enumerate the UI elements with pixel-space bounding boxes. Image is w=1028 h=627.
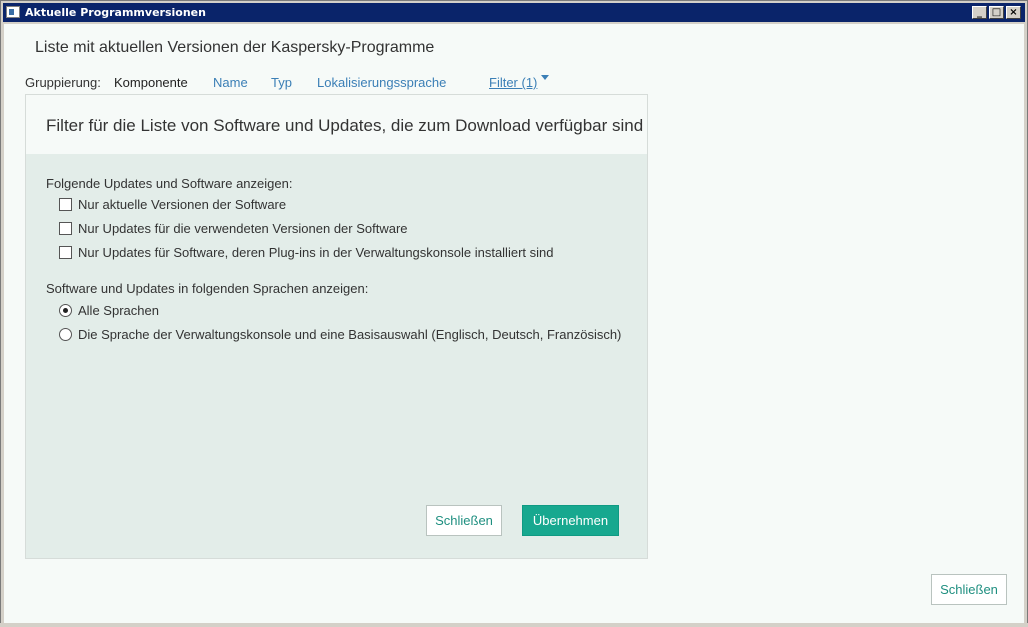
checkbox[interactable] — [59, 222, 72, 235]
grouping-component[interactable]: Komponente — [114, 75, 188, 90]
checkbox-label: Nur aktuelle Versionen der Software — [78, 197, 287, 212]
radio-label: Die Sprache der Verwaltungskonsole und e… — [78, 327, 622, 342]
window-title: Aktuelle Programmversionen — [25, 6, 206, 19]
main-content: Liste mit aktuellen Versionen der Kasper… — [4, 24, 1024, 623]
grouping-type-link[interactable]: Typ — [271, 75, 292, 90]
panel-close-button[interactable]: Schließen — [426, 505, 502, 536]
title-bar[interactable]: Aktuelle Programmversionen _ □ × — [3, 3, 1025, 22]
grouping-label: Gruppierung: — [25, 75, 101, 90]
radio-button[interactable] — [59, 304, 72, 317]
grouping-localization-link[interactable]: Lokalisierungssprache — [317, 75, 446, 90]
minimize-button[interactable]: _ — [972, 6, 987, 19]
checkbox-label: Nur Updates für die verwendeten Versione… — [78, 221, 408, 236]
filter-panel-header: Filter für die Liste von Software und Up… — [26, 95, 647, 154]
filter-panel-title: Filter für die Liste von Software und Up… — [46, 116, 644, 135]
maximize-button[interactable]: □ — [989, 6, 1004, 19]
checkbox[interactable] — [59, 246, 72, 259]
apply-button[interactable]: Übernehmen — [522, 505, 619, 536]
filter-panel: Filter für die Liste von Software und Up… — [25, 94, 648, 559]
radio-button[interactable] — [59, 328, 72, 341]
updates-section-label: Folgende Updates und Software anzeigen: — [46, 176, 293, 191]
filter-dropdown-icon[interactable] — [541, 75, 549, 80]
page-title: Liste mit aktuellen Versionen der Kasper… — [35, 39, 435, 56]
grouping-name-link[interactable]: Name — [213, 75, 248, 90]
filter-link[interactable]: Filter (1) — [489, 75, 537, 90]
radio-label: Alle Sprachen — [78, 303, 159, 318]
checkbox-label: Nur Updates für Software, deren Plug-ins… — [78, 245, 554, 260]
app-window: Aktuelle Programmversionen _ □ × Liste m… — [0, 0, 1028, 627]
close-window-button[interactable]: × — [1006, 6, 1021, 19]
window-bottom-edge — [0, 623, 1028, 627]
languages-section-label: Software und Updates in folgenden Sprach… — [46, 281, 369, 296]
dialog-close-button[interactable]: Schließen — [931, 574, 1007, 605]
app-icon — [6, 6, 20, 18]
checkbox[interactable] — [59, 198, 72, 211]
